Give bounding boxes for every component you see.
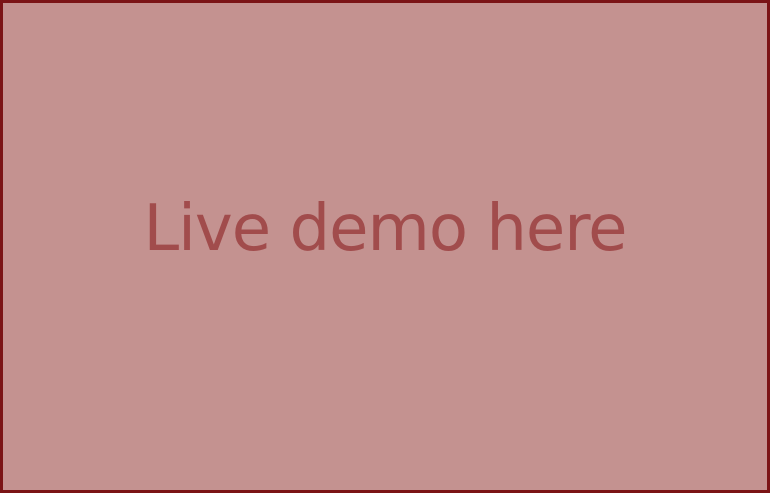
- live-demo-placeholder: Live demo here: [0, 0, 770, 493]
- placeholder-label: Live demo here: [143, 191, 627, 266]
